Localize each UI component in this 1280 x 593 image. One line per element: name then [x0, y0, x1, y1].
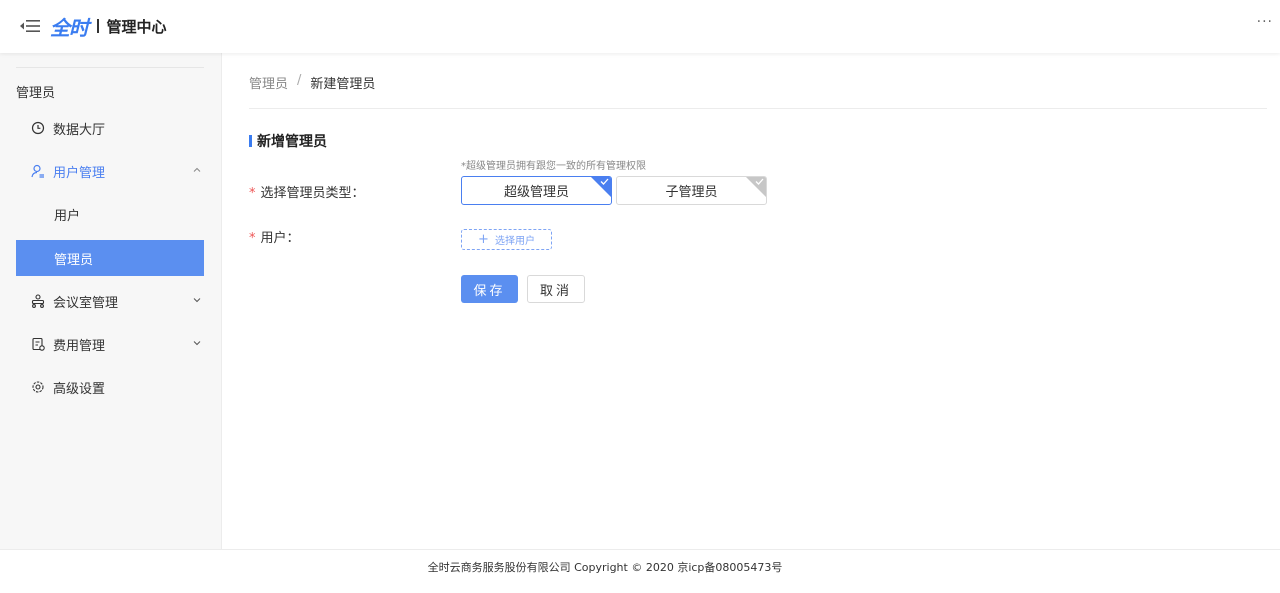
footer: 全时云商务服务股份有限公司 Copyright © 2020 京icp备0800…	[0, 549, 1280, 593]
sidebar: 管理员 数据大厅 用户管理 用户 管理员 会议室管理 费用管理 高级设置	[0, 53, 222, 549]
admin-type-label: * 选择管理员类型：	[249, 182, 365, 201]
plus-icon: +	[478, 232, 489, 247]
sidebar-item-admins[interactable]: 管理员	[16, 240, 204, 276]
sidebar-item-label: 数据大厅	[53, 122, 106, 138]
cancel-button[interactable]: 取消	[527, 275, 585, 303]
chevron-down-icon	[193, 341, 201, 346]
user-label: * 用户：	[249, 227, 300, 246]
logo-divider	[97, 19, 99, 33]
main-content: 管理员 / 新建管理员 新增管理员 *超级管理员拥有跟您一致的所有管理权限 * 选…	[222, 53, 1280, 549]
sidebar-heading: 管理员	[16, 86, 56, 101]
select-user-button[interactable]: + 选择用户	[461, 229, 552, 250]
sub-admin-option[interactable]: 子管理员	[616, 176, 767, 205]
user-icon	[31, 164, 44, 178]
required-mark: *	[249, 231, 256, 246]
sidebar-item-label: 费用管理	[53, 338, 106, 354]
bill-icon	[32, 337, 45, 351]
select-user-label: 选择用户	[494, 236, 535, 247]
sidebar-item-label: 用户管理	[53, 165, 106, 181]
top-header: 全时 管理中心 ···	[0, 0, 1280, 53]
super-admin-option[interactable]: 超级管理员	[461, 176, 612, 205]
admin-type-label-text: 选择管理员类型：	[260, 186, 365, 201]
sidebar-item-users[interactable]: 用户	[16, 196, 204, 232]
sidebar-item-label: 会议室管理	[53, 295, 119, 311]
required-mark: *	[249, 186, 256, 201]
chevron-down-icon	[193, 298, 201, 303]
user-label-text: 用户：	[260, 231, 300, 246]
sidebar-item-meeting-rooms[interactable]: 会议室管理	[16, 283, 204, 319]
section-title-marker	[249, 135, 252, 147]
clock-icon	[31, 121, 45, 135]
admin-type-hint: *超级管理员拥有跟您一致的所有管理权限	[461, 161, 646, 172]
app-title: 管理中心	[106, 17, 167, 36]
sidebar-item-label: 用户	[54, 208, 81, 224]
breadcrumb-parent-link[interactable]: 管理员	[249, 73, 288, 92]
check-icon	[755, 178, 764, 185]
copyright-text: 全时云商务服务股份有限公司 Copyright © 2020 京icp备0800…	[427, 561, 783, 574]
sidebar-item-dashboard[interactable]: 数据大厅	[16, 110, 204, 146]
logo-text: 全时	[50, 15, 89, 40]
check-icon	[600, 178, 609, 185]
more-menu-icon[interactable]: ···	[1257, 14, 1273, 30]
sub-admin-option-label: 子管理员	[665, 185, 718, 200]
sidebar-item-advanced-settings[interactable]: 高级设置	[16, 369, 204, 405]
logo[interactable]: 全时 管理中心	[50, 12, 167, 40]
section-title-text: 新增管理员	[257, 134, 327, 150]
sidebar-item-label: 高级设置	[53, 381, 106, 397]
meeting-icon	[31, 294, 45, 308]
save-button[interactable]: 保存	[461, 275, 518, 303]
breadcrumb-divider	[249, 108, 1267, 109]
sidebar-item-label: 管理员	[54, 252, 94, 268]
super-admin-option-label: 超级管理员	[503, 185, 569, 200]
breadcrumb-current: 新建管理员	[310, 77, 376, 92]
sidebar-item-billing[interactable]: 费用管理	[16, 326, 204, 362]
breadcrumb-separator: /	[297, 73, 302, 88]
settings-icon	[32, 381, 44, 393]
breadcrumb: 管理员 / 新建管理员	[249, 73, 375, 92]
chevron-up-icon	[193, 167, 201, 172]
section-title: 新增管理员	[249, 131, 327, 151]
sidebar-item-user-management[interactable]: 用户管理	[16, 153, 204, 189]
collapse-menu-icon[interactable]	[19, 17, 41, 35]
sidebar-divider	[16, 67, 204, 68]
